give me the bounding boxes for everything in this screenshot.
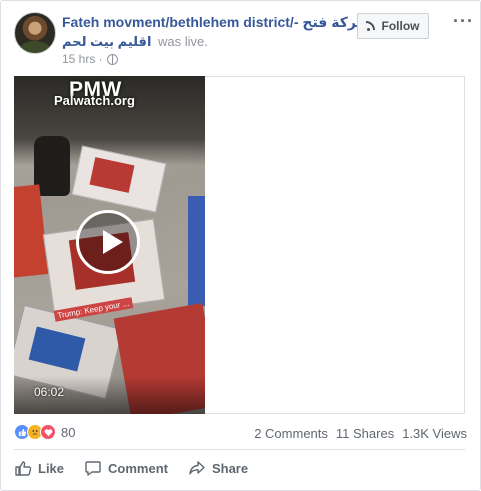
video-thumbnail-poster (14, 184, 49, 278)
video-duration: 06:02 (34, 385, 65, 399)
post-timestamp[interactable]: 15 hrs · (62, 52, 103, 66)
author-avatar[interactable] (14, 12, 56, 54)
video-thumbnail-poster (188, 196, 205, 306)
avatar-figure (19, 41, 51, 53)
comment-button[interactable]: Comment (84, 459, 168, 477)
thumbs-up-icon (15, 461, 32, 476)
author-name-continued[interactable]: اقليم بيت لحم (62, 34, 151, 49)
post-subtitle: اقليم بيت لحم was live. (62, 34, 208, 50)
rss-icon (365, 21, 377, 31)
comment-label: Comment (108, 460, 168, 476)
follow-button[interactable]: Follow (357, 13, 429, 39)
play-icon[interactable] (76, 210, 140, 274)
video-player[interactable]: Trump: Keep your ... PMW Palwatch.org 06… (14, 76, 205, 414)
share-button[interactable]: Share (188, 459, 248, 477)
actions-divider (14, 449, 465, 450)
views-count: 1.3K Views (402, 426, 467, 441)
post-meta: 15 hrs · (62, 52, 118, 66)
post-actions: Like Comment Share (14, 459, 274, 477)
reaction-count: 80 (61, 424, 76, 440)
author-name[interactable]: Fateh movment/bethlehem district/- حركة … (62, 14, 367, 31)
live-status-text: was live. (158, 34, 208, 49)
post-stats: 2 Comments 11 Shares 1.3K Views (254, 426, 467, 441)
shares-count-link[interactable]: 11 Shares (336, 426, 394, 441)
like-button[interactable]: Like (14, 459, 64, 477)
comments-count-link[interactable]: 2 Comments (254, 426, 328, 441)
reaction-summary[interactable]: 80 (14, 424, 75, 440)
more-options-icon[interactable]: ··· (453, 11, 474, 32)
like-label: Like (38, 460, 65, 476)
love-reaction-icon (40, 424, 56, 440)
comment-bubble-icon (85, 461, 101, 476)
follow-label: Follow (381, 19, 420, 33)
globe-icon (106, 53, 118, 65)
watermark-site: Palwatch.org (54, 93, 135, 108)
share-label: Share (211, 460, 249, 476)
share-arrow-icon (189, 461, 205, 475)
